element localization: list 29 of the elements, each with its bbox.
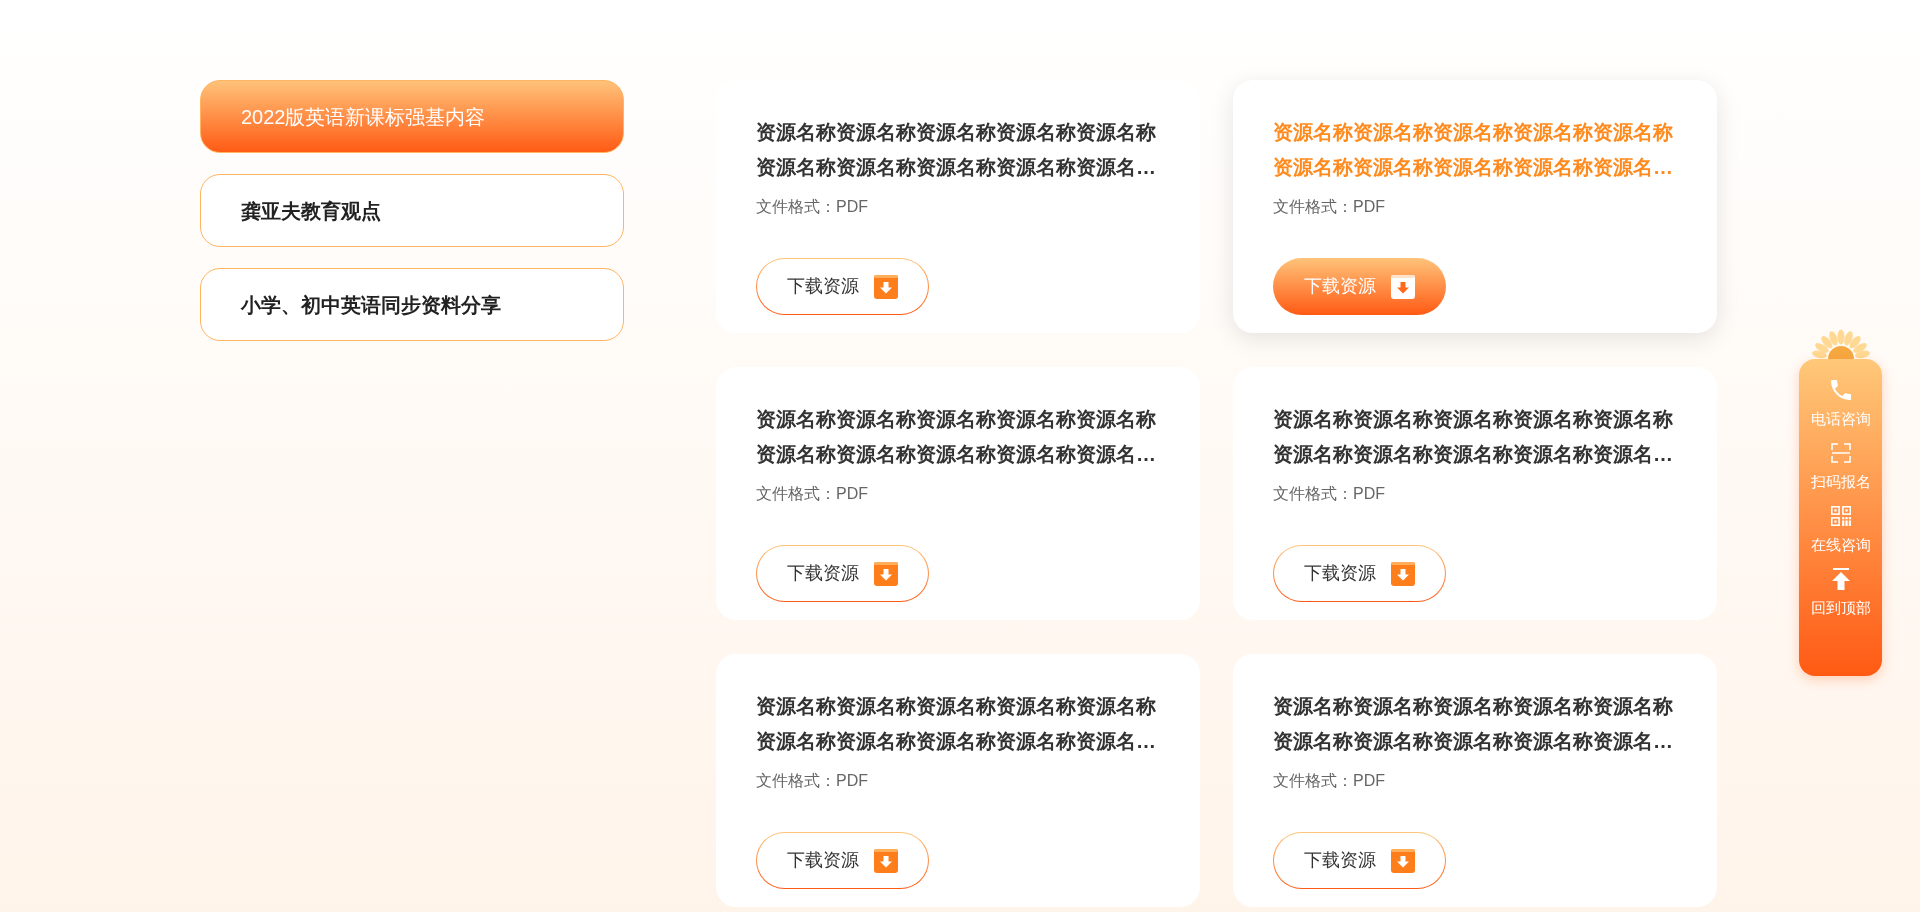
sunburst-icon xyxy=(1810,329,1871,359)
scan-icon xyxy=(1830,442,1851,464)
download-button[interactable]: 下载资源 xyxy=(756,832,929,889)
resource-title[interactable]: 资源名称资源名称资源名称资源名称资源名称资源名称资源名称资源名称资源名称资源名… xyxy=(756,689,1168,759)
phone-icon xyxy=(1830,379,1851,401)
download-icon xyxy=(1391,274,1415,299)
download-icon xyxy=(1391,848,1415,873)
download-icon xyxy=(874,274,898,299)
download-icon xyxy=(874,561,898,586)
file-format: 文件格式：PDF xyxy=(1273,197,1385,217)
download-button[interactable]: 下载资源 xyxy=(756,545,929,602)
resource-title[interactable]: 资源名称资源名称资源名称资源名称资源名称资源名称资源名称资源名称资源名称资源名… xyxy=(756,115,1168,185)
download-button[interactable]: 下载资源 xyxy=(1273,545,1446,602)
file-format: 文件格式：PDF xyxy=(756,197,868,217)
sidebar-item[interactable]: 小学、初中英语同步资料分享 xyxy=(200,268,624,341)
download-button[interactable]: 下载资源 xyxy=(756,258,929,315)
resource-title[interactable]: 资源名称资源名称资源名称资源名称资源名称资源名称资源名称资源名称资源名称资源名… xyxy=(756,402,1168,472)
download-button[interactable]: 下载资源 xyxy=(1273,832,1446,889)
resource-title[interactable]: 资源名称资源名称资源名称资源名称资源名称资源名称资源名称资源名称资源名称资源名… xyxy=(1273,689,1685,759)
file-format: 文件格式：PDF xyxy=(1273,771,1385,791)
file-format: 文件格式：PDF xyxy=(756,484,868,504)
sidebar-item[interactable]: 龚亚夫教育观点 xyxy=(200,174,624,247)
file-format: 文件格式：PDF xyxy=(756,771,868,791)
back-to-top-icon xyxy=(1830,568,1851,590)
resource-title[interactable]: 资源名称资源名称资源名称资源名称资源名称资源名称资源名称资源名称资源名称资源名… xyxy=(1273,402,1685,472)
file-format: 文件格式：PDF xyxy=(1273,484,1385,504)
download-icon xyxy=(874,848,898,873)
qr-code-icon xyxy=(1830,505,1851,527)
download-icon xyxy=(1391,561,1415,586)
